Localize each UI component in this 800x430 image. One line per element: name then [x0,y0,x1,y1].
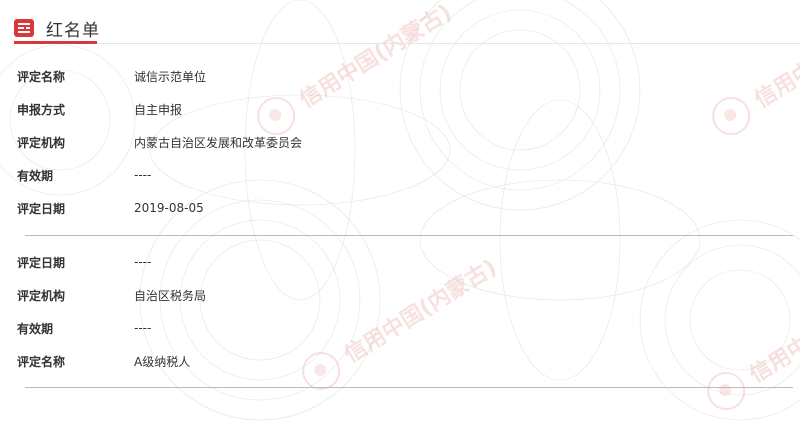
record-divider [25,235,793,236]
field-value: 自主申报 [134,102,183,117]
field-value: ---- [134,255,152,269]
list-icon [14,19,34,37]
watermark-1: 信用中国(内蒙古) [250,0,459,142]
field-label: 评定日期 [17,201,66,216]
field-value: ---- [134,321,152,335]
field-value: ---- [134,168,152,182]
watermark-seal-icon [712,97,751,136]
field-value: 2019-08-05 [134,201,204,215]
watermark-text: 信用中国(内蒙古) [340,254,502,369]
section-title: 红名单 [46,20,100,41]
watermark-seal-icon [302,352,341,391]
field-label: 评定名称 [17,69,66,84]
section-header: 红名单 [14,13,100,43]
field-value: 自治区税务局 [134,288,207,303]
header-accent-underline [14,41,97,44]
field-value: 内蒙古自治区发展和改革委员会 [134,135,303,150]
header-divider [14,43,800,44]
watermark-3: 信用中国(内蒙古) [705,0,800,142]
watermark-4: 信用中国(内蒙古) [700,267,800,417]
record-divider [25,387,793,388]
field-label: 有效期 [17,321,54,336]
watermark-seal-icon [257,97,296,136]
field-label: 有效期 [17,168,54,183]
watermark-text: 信用中国(内蒙古) [745,274,800,389]
watermark-2: 信用中国(内蒙古) [295,247,504,397]
field-label: 评定名称 [17,354,66,369]
field-label: 申报方式 [17,102,66,117]
security-pattern-background [0,0,800,421]
watermark-seal-icon [707,372,746,411]
field-label: 评定机构 [17,288,66,303]
field-value: 诚信示范单位 [134,69,207,84]
field-label: 评定机构 [17,135,66,150]
watermark-text: 信用中国(内蒙古) [295,0,457,114]
field-value: A级纳税人 [134,354,191,369]
field-label: 评定日期 [17,255,66,270]
watermark-text: 信用中国(内蒙古) [750,0,800,114]
